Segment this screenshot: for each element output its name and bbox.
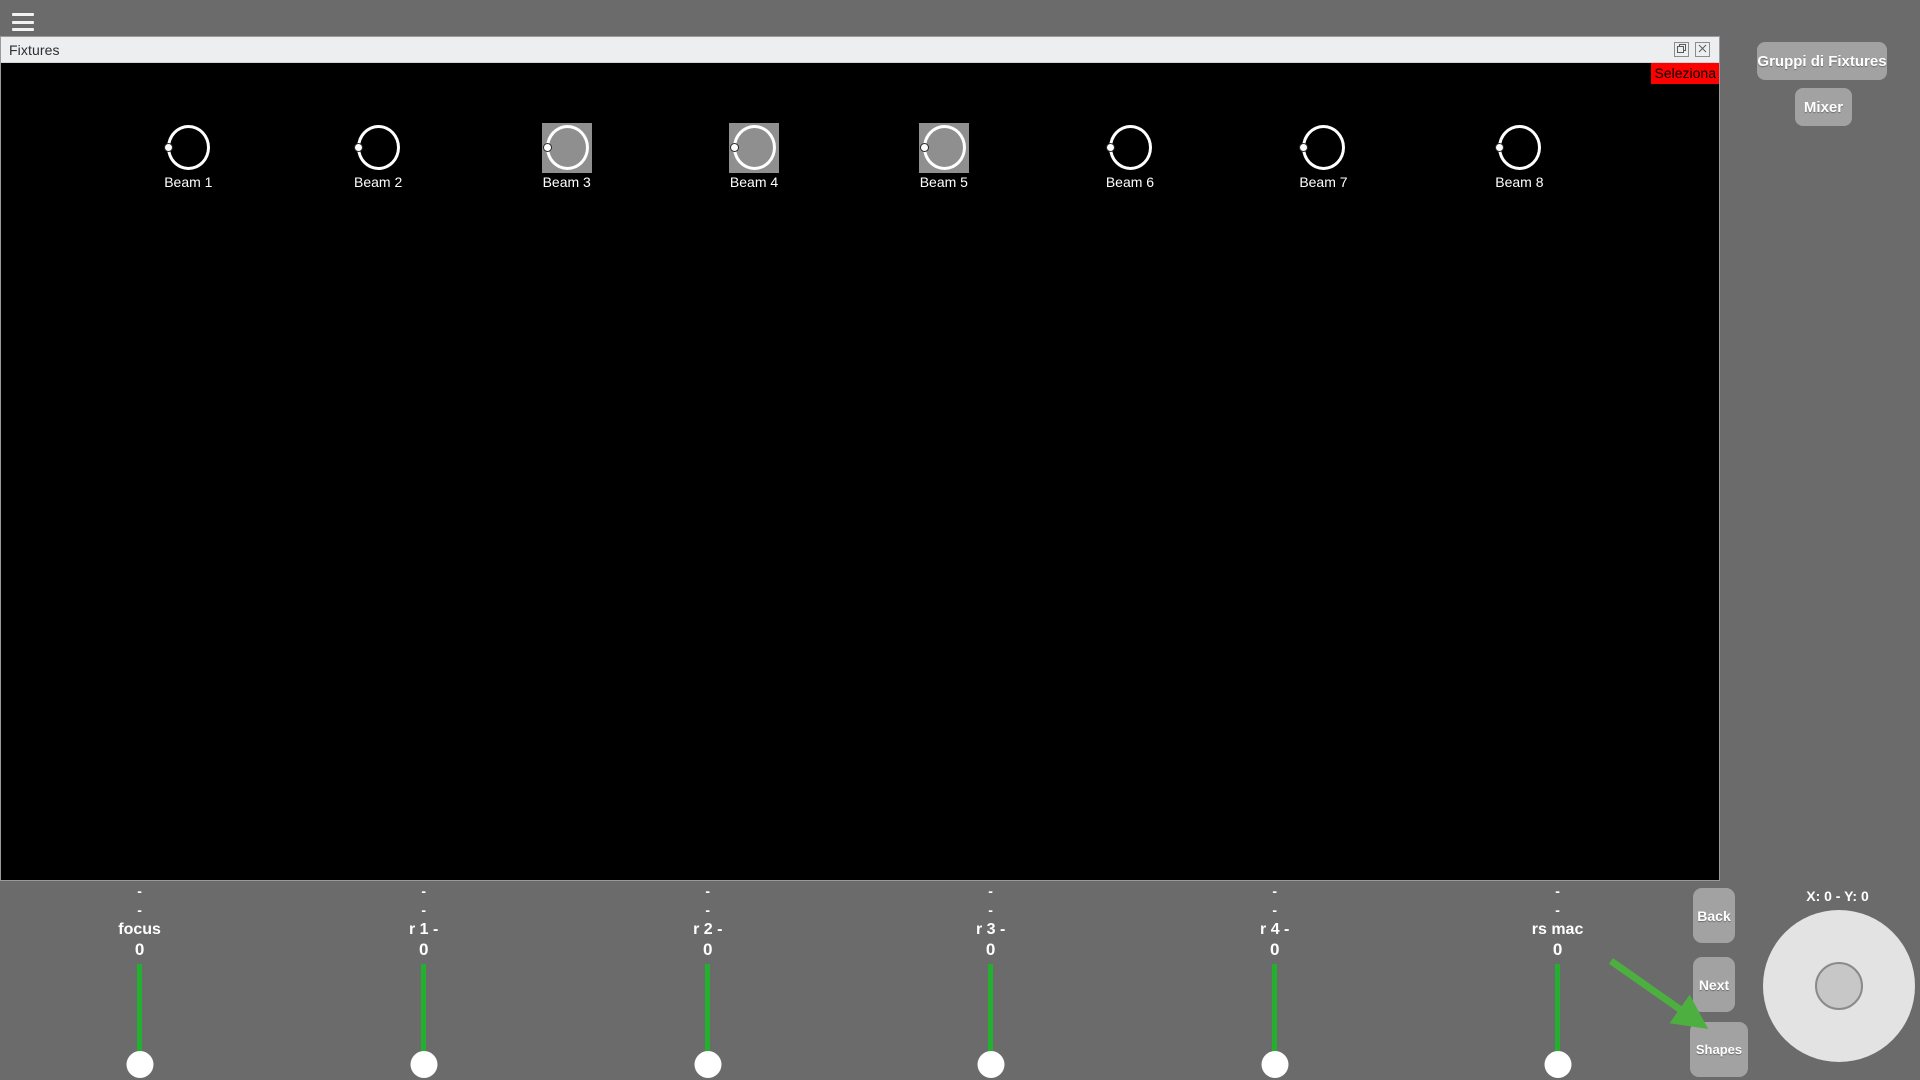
slider-track[interactable]: [410, 964, 438, 1078]
joystick-pad[interactable]: [1763, 910, 1915, 1062]
fixture-6[interactable]: Beam 6: [1091, 123, 1169, 190]
fixtures-window-titlebar[interactable]: Fixtures: [1, 37, 1719, 63]
fixture-ring-icon: [167, 125, 211, 170]
fixture-3[interactable]: Beam 3: [528, 123, 606, 190]
channel-dash-bottom: -: [137, 902, 142, 918]
fixture-label: Beam 2: [354, 174, 403, 190]
fixtures-window-title: Fixtures: [9, 42, 60, 58]
fixture-beam-icon[interactable]: [918, 123, 969, 173]
fixture-pan-dot-icon: [1105, 143, 1115, 152]
fixture-ring-icon: [545, 125, 589, 170]
fixture-beam-icon[interactable]: [1105, 123, 1155, 173]
fixture-label: Beam 6: [1105, 174, 1155, 190]
channel-value: 0: [134, 940, 145, 959]
slider-knob[interactable]: [1261, 1051, 1289, 1078]
gruppi-di-fixtures-button[interactable]: Gruppi di Fixtures: [1757, 42, 1887, 80]
fixtures-canvas[interactable]: Beam 1 Beam 2 Beam 3 Beam 4 Beam 5 Beam 6 Beam…: [1, 63, 1719, 880]
fixture-label: Beam 7: [1299, 174, 1348, 190]
channel-name: r 3 -: [975, 921, 1006, 938]
joystick-knob[interactable]: [1815, 962, 1863, 1010]
channel-slider-5[interactable]: - - r 4 - 0: [1205, 882, 1345, 1078]
fixture-label: Beam 3: [542, 174, 591, 190]
channel-slider-2[interactable]: - - r 1 - 0: [354, 882, 494, 1078]
fixture-ring-icon: [357, 125, 401, 170]
channel-value: 0: [418, 940, 429, 959]
fixture-label: Beam 1: [164, 174, 213, 190]
fixture-beam-icon[interactable]: [1298, 123, 1348, 173]
slider-knob[interactable]: [126, 1051, 154, 1078]
next-button[interactable]: Next: [1693, 957, 1735, 1012]
fixture-2[interactable]: Beam 2: [339, 123, 417, 190]
bottom-control-panel: - - focus 0 - - r 1 - 0 - - r 2 - 0 - - r 3 - 0 - - r 4 - 0…: [0, 882, 1920, 1080]
channel-name: focus: [118, 921, 161, 938]
hamburger-line: [12, 20, 34, 24]
fixture-beam-icon[interactable]: [729, 123, 780, 173]
channel-value: 0: [703, 940, 713, 959]
slider-knob[interactable]: [410, 1051, 438, 1078]
channel-value: 0: [1269, 940, 1280, 959]
joystick-coordinates-label: X: 0 - Y: 0: [1806, 888, 1869, 904]
back-button[interactable]: Back: [1693, 888, 1735, 943]
channel-value: 0: [1552, 940, 1563, 959]
hamburger-line: [12, 28, 34, 31]
slider-track[interactable]: [694, 964, 722, 1078]
slider-knob[interactable]: [1544, 1051, 1572, 1078]
channel-dash-top: -: [421, 883, 426, 899]
fixtures-window: Fixtures Seleziona Beam 1 Beam 2 Beam 3 Bea…: [0, 36, 1720, 881]
slider-knob[interactable]: [694, 1051, 722, 1078]
channel-name: rs mac: [1531, 921, 1584, 938]
channel-slider-1[interactable]: - - focus 0: [70, 882, 210, 1078]
slider-knob[interactable]: [977, 1051, 1005, 1078]
channel-dash-bottom: -: [1555, 902, 1560, 918]
channel-name: r 2 -: [693, 921, 723, 938]
fixture-4[interactable]: Beam 4: [715, 123, 793, 190]
fixture-label: Beam 8: [1495, 174, 1544, 190]
fixture-beam-icon[interactable]: [353, 123, 403, 173]
hamburger-menu-icon[interactable]: [12, 13, 34, 31]
channel-dash-bottom: -: [705, 902, 711, 918]
fixture-label: Beam 5: [919, 174, 968, 190]
fixture-ring-icon: [733, 125, 777, 170]
fixture-ring-icon: [1302, 125, 1346, 170]
channel-name: r 4 -: [1260, 921, 1290, 938]
fixture-beam-icon[interactable]: [1494, 123, 1544, 173]
channel-dash-bottom: -: [988, 902, 993, 918]
channel-slider-6[interactable]: - - rs mac 0: [1488, 882, 1628, 1078]
channel-slider-4[interactable]: - - r 3 - 0: [921, 882, 1061, 1078]
channel-name: r 1 -: [409, 921, 439, 938]
fixture-8[interactable]: Beam 8: [1480, 123, 1558, 190]
channel-dash-top: -: [705, 883, 711, 899]
channel-value: 0: [985, 940, 996, 959]
channel-dash-top: -: [137, 883, 142, 899]
fixture-ring-icon: [922, 125, 966, 170]
channel-dash-bottom: -: [421, 902, 426, 918]
channel-slider-3[interactable]: - - r 2 - 0: [638, 882, 778, 1078]
channel-dash-top: -: [1272, 883, 1278, 899]
fixture-1[interactable]: Beam 1: [149, 123, 227, 190]
hamburger-line: [12, 13, 34, 16]
fixture-label: Beam 4: [729, 174, 779, 190]
fixture-pan-dot-icon: [919, 143, 929, 152]
slider-track[interactable]: [977, 964, 1005, 1078]
fixture-beam-icon[interactable]: [541, 123, 592, 173]
mixer-button[interactable]: Mixer: [1795, 88, 1852, 126]
restore-window-icon[interactable]: [1674, 42, 1689, 57]
fixture-pan-dot-icon: [542, 143, 552, 152]
channel-dash-top: -: [988, 883, 993, 899]
slider-track[interactable]: [1544, 964, 1572, 1078]
fixture-ring-icon: [1108, 125, 1152, 170]
slider-track[interactable]: [1261, 964, 1289, 1078]
fixture-beam-icon[interactable]: [163, 123, 213, 173]
fixture-5[interactable]: Beam 5: [905, 123, 983, 190]
fixture-ring-icon: [1498, 125, 1542, 170]
shapes-button[interactable]: Shapes: [1690, 1022, 1748, 1077]
slider-track[interactable]: [126, 964, 154, 1078]
close-window-icon[interactable]: [1695, 42, 1710, 57]
fixture-pan-dot-icon: [730, 143, 740, 152]
pan-tilt-joystick[interactable]: X: 0 - Y: 0: [1755, 888, 1920, 1078]
channel-dash-top: -: [1555, 883, 1560, 899]
seleziona-badge[interactable]: Seleziona: [1650, 63, 1719, 84]
fixture-7[interactable]: Beam 7: [1284, 123, 1362, 190]
channel-dash-bottom: -: [1272, 902, 1278, 918]
